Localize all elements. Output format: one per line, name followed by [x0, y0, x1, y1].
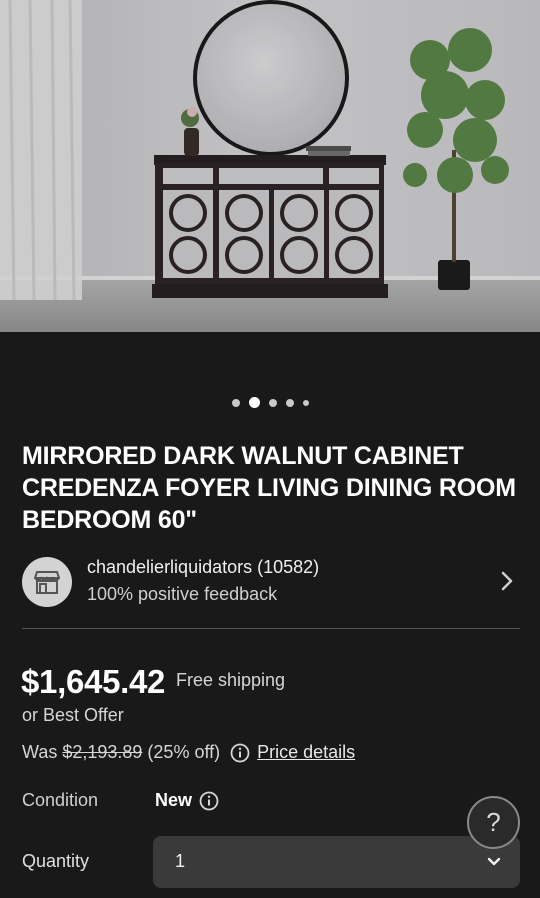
was-label: Was — [22, 742, 58, 762]
best-offer-text: or Best Offer — [22, 705, 124, 725]
shipping-info: Free shipping — [176, 670, 286, 690]
price-details-link[interactable]: Price details — [257, 742, 355, 763]
seller-feedback: 100% positive feedback — [87, 584, 278, 604]
product-image[interactable] — [0, 0, 540, 332]
chevron-down-icon — [487, 857, 501, 866]
condition-value-row: New — [155, 790, 219, 811]
condition-info-icon[interactable] — [199, 791, 219, 811]
condition-value: New — [155, 790, 193, 810]
seller-name[interactable]: chandelierliquidators (10582) — [87, 557, 319, 578]
info-icon[interactable] — [230, 743, 250, 763]
discount-percent: (25% off) — [147, 742, 221, 762]
seller-row[interactable]: chandelierliquidators (10582) 100% posit… — [0, 553, 540, 613]
store-icon — [34, 571, 60, 594]
was-price-line: Was $2,193.89 (25% off) Price details — [22, 742, 355, 763]
carousel-dot-active[interactable] — [248, 397, 260, 408]
chevron-right-icon[interactable] — [500, 570, 514, 592]
original-price: $2,193.89 — [62, 742, 143, 762]
product-photo-illustration — [0, 0, 540, 332]
seller-avatar[interactable] — [22, 557, 72, 607]
quantity-select[interactable]: 1 — [153, 836, 520, 888]
condition-label: Condition — [22, 790, 99, 810]
help-button[interactable]: ? — [467, 796, 520, 849]
divider — [22, 628, 520, 629]
listing-title: MIRRORED DARK WALNUT CABINET CREDENZA FO… — [22, 442, 516, 534]
carousel-dot[interactable] — [231, 398, 240, 407]
carousel-indicator[interactable] — [0, 397, 540, 408]
current-price: $1,645.42 — [21, 663, 166, 700]
quantity-label: Quantity — [22, 851, 90, 871]
quantity-value: 1 — [175, 851, 186, 871]
carousel-dot[interactable] — [268, 398, 277, 407]
carousel-dot[interactable] — [302, 399, 309, 406]
carousel-dot[interactable] — [285, 398, 294, 407]
